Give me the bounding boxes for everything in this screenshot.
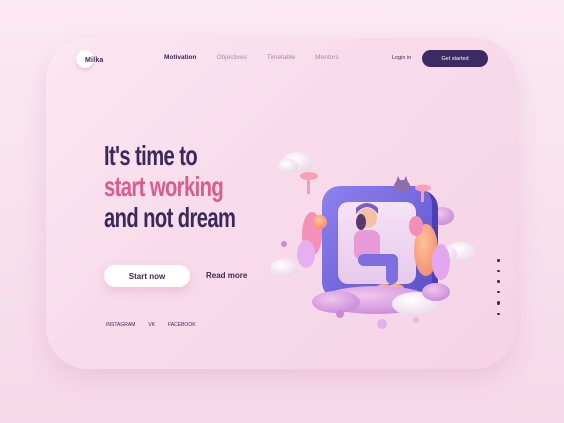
bubble-shape (336, 310, 344, 318)
get-started-button[interactable]: Get started (422, 50, 488, 67)
headline-line-3: and not dream (104, 202, 236, 233)
pagination-dot[interactable] (497, 290, 500, 293)
start-now-button[interactable]: Start now (104, 265, 190, 287)
base-cloud (422, 283, 450, 301)
pagination-dot-active[interactable] (496, 301, 500, 305)
hero-headline: It's time to start working and not dream (104, 140, 236, 233)
main-nav: Motivation Objectives Timetable Mentors (164, 54, 339, 61)
nav-item-motivation[interactable]: Motivation (164, 54, 197, 61)
girl-in-window-illustration (270, 152, 477, 329)
login-link[interactable]: Login in (392, 55, 411, 61)
pagination-dot[interactable] (497, 280, 500, 283)
social-link-instagram[interactable]: INSTAGRAM (106, 322, 135, 328)
tree-shape (409, 216, 423, 236)
tree-shape (432, 244, 450, 280)
social-link-vk[interactable]: VK (148, 322, 155, 328)
tree-shape (297, 240, 315, 268)
cloud-shape (278, 159, 298, 173)
pagination-dot[interactable] (497, 312, 500, 315)
headline-line-2: start working (104, 171, 224, 202)
social-link-facebook[interactable]: FACEBOOK (168, 322, 196, 328)
nav-item-objectives[interactable]: Objectives (217, 54, 247, 61)
base-cloud (312, 291, 360, 313)
pagination-dot[interactable] (497, 269, 500, 272)
mushroom-cap (415, 184, 431, 192)
cloud-shape (270, 259, 298, 277)
mushroom-cap (300, 172, 318, 180)
nav-item-timetable[interactable]: Timetable (267, 54, 295, 61)
bush-shape (313, 215, 327, 229)
pagination-dot[interactable] (497, 259, 500, 262)
read-more-link[interactable]: Read more (206, 271, 247, 280)
bubble-shape (377, 319, 387, 329)
brand-name[interactable]: Milka (85, 57, 104, 64)
pagination-dots (496, 259, 500, 315)
hero-card: Milka Motivation Objectives Timetable Me… (46, 38, 516, 369)
headline-line-1: It's time to (104, 140, 198, 171)
nav-item-mentors[interactable]: Mentors (315, 54, 338, 61)
bubble-shape (413, 317, 419, 323)
bubble-shape (281, 241, 287, 247)
social-links: INSTAGRAM VK FACEBOOK (106, 322, 196, 328)
